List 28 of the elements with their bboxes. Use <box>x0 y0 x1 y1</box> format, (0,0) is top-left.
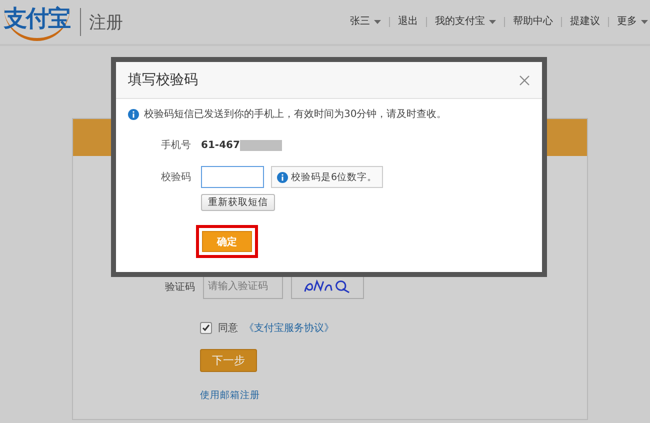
agree-checkbox[interactable] <box>200 322 212 334</box>
code-field[interactable] <box>201 166 264 188</box>
close-icon[interactable] <box>519 74 530 86</box>
info-icon <box>277 172 288 182</box>
nav-link[interactable]: 更多 <box>609 17 650 27</box>
agree-label: 同意 <box>218 322 238 335</box>
nav-link[interactable]: 张三 <box>342 17 390 27</box>
nav-link[interactable]: 帮助中心 <box>505 17 562 27</box>
caret-icon <box>641 20 648 24</box>
field-label: 手机号 <box>160 138 192 152</box>
email-register-link[interactable]: 使用邮箱注册 <box>200 389 260 402</box>
nav-link[interactable]: 提建议 <box>562 17 609 27</box>
caret-icon <box>489 20 496 24</box>
agreement-link[interactable]: 《支付宝服务协议》 <box>244 321 334 335</box>
logo[interactable]: 支付宝 <box>4 3 70 41</box>
page-title: 注册 <box>89 12 123 34</box>
hint-tooltip: 校验码是6位数字。 <box>271 166 384 188</box>
field-label: 验证码 <box>165 280 195 294</box>
nav-link[interactable]: 我的支付宝 <box>427 17 505 27</box>
info-icon <box>128 108 139 120</box>
redaction-bar <box>240 140 282 150</box>
resend-button[interactable]: 重新获取短信 <box>201 194 275 211</box>
dialog-title: 填写校验码 <box>128 71 198 89</box>
field-label: 校验码 <box>160 170 192 184</box>
caret-icon <box>374 20 381 24</box>
phone-number: 61-467 <box>201 140 240 150</box>
nav-link[interactable]: 退出 <box>390 17 427 27</box>
notice-text: 校验码短信已发送到你的手机上，有效时间为30分钟，请及时查收。 <box>144 108 447 121</box>
